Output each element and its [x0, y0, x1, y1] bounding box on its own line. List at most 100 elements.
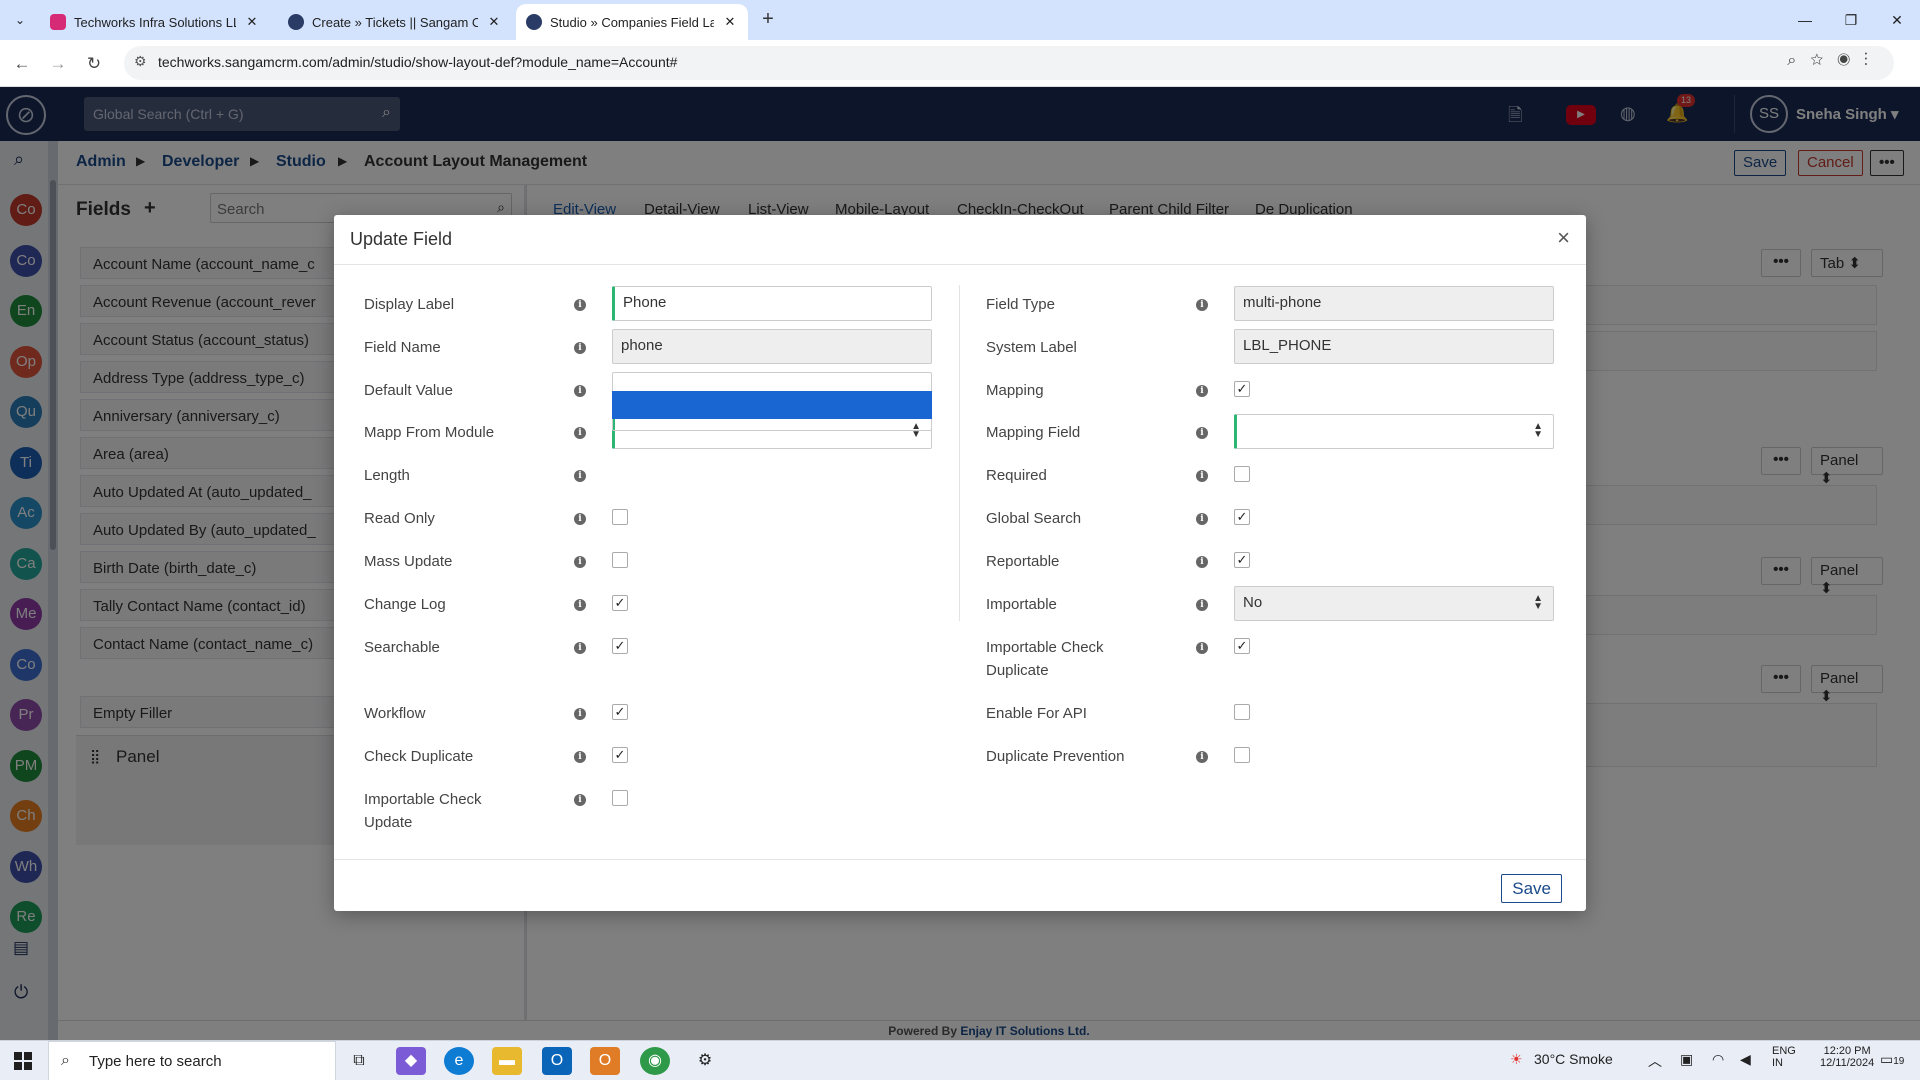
browser-tab-1[interactable]: Techworks Infra Solutions LLP ( ✕: [40, 4, 270, 40]
browser-tab-bar: ⌄ Techworks Infra Solutions LLP ( ✕ Crea…: [0, 0, 1920, 40]
workflow-label: Workflow: [364, 705, 426, 722]
mapping-field-label: Mapping Field: [986, 424, 1081, 441]
field-name-input[interactable]: phone: [612, 329, 932, 364]
enable-for-api-checkbox[interactable]: [1234, 704, 1250, 720]
close-tab-icon[interactable]: ✕: [722, 14, 738, 30]
language-indicator[interactable]: ENG IN: [1772, 1045, 1796, 1069]
importable-check-update-checkbox[interactable]: [612, 790, 628, 806]
check-duplicate-checkbox[interactable]: ✓: [612, 747, 628, 763]
searchable-checkbox[interactable]: ✓: [612, 638, 628, 654]
info-icon[interactable]: i: [1196, 642, 1208, 654]
system-label-input[interactable]: LBL_PHONE: [1234, 329, 1554, 364]
info-icon[interactable]: i: [1196, 470, 1208, 482]
new-tab-icon[interactable]: +: [756, 8, 780, 32]
read-only-checkbox[interactable]: [612, 509, 628, 525]
mapping-checkbox[interactable]: ✓: [1234, 381, 1250, 397]
global-search-checkbox[interactable]: ✓: [1234, 509, 1250, 525]
update-field-modal: Update Field × Display Label i Phone Fie…: [334, 215, 1586, 911]
info-icon[interactable]: i: [1196, 385, 1208, 397]
info-icon[interactable]: i: [574, 708, 586, 720]
info-icon[interactable]: i: [574, 751, 586, 763]
back-arrow-icon[interactable]: ←: [8, 50, 36, 78]
sangam-icon: [288, 14, 304, 30]
sangam-icon: [526, 14, 542, 30]
reload-icon[interactable]: ↻: [80, 50, 108, 78]
weather-text[interactable]: 30°C Smoke: [1534, 1051, 1613, 1067]
close-tab-icon[interactable]: ✕: [244, 14, 260, 30]
change-log-checkbox[interactable]: ✓: [612, 595, 628, 611]
edge-icon[interactable]: e: [444, 1047, 474, 1075]
tray-chevron-up-icon[interactable]: ︿: [1648, 1051, 1662, 1071]
weather-icon[interactable]: ☀: [1510, 1051, 1523, 1068]
wifi-icon[interactable]: ◠: [1712, 1051, 1724, 1068]
info-icon[interactable]: i: [574, 470, 586, 482]
field-type-input[interactable]: multi-phone: [1234, 286, 1554, 321]
importable-select[interactable]: No ▲ ▼: [1234, 586, 1554, 621]
length-input[interactable]: [612, 419, 932, 431]
clock[interactable]: 12:20 PM 12/11/2024: [1820, 1045, 1874, 1069]
url-field[interactable]: ⚙ techworks.sangamcrm.com/admin/studio/s…: [124, 46, 1894, 80]
close-icon[interactable]: ×: [1557, 225, 1570, 251]
window-close-icon[interactable]: ✕: [1874, 6, 1920, 34]
read-only-label: Read Only: [364, 510, 435, 527]
site-info-icon[interactable]: ⚙: [134, 53, 147, 70]
close-tab-icon[interactable]: ✕: [486, 14, 502, 30]
windows-start-icon[interactable]: [14, 1052, 32, 1070]
file-explorer-icon[interactable]: ▬: [492, 1047, 522, 1075]
info-icon[interactable]: i: [574, 342, 586, 354]
forward-arrow-icon[interactable]: →: [44, 50, 72, 78]
display-label-input[interactable]: Phone: [612, 286, 932, 321]
required-label: Required: [986, 467, 1047, 484]
importable-label: Importable: [986, 596, 1057, 613]
info-icon[interactable]: i: [574, 599, 586, 611]
mapping-label: Mapping: [986, 382, 1044, 399]
restore-icon[interactable]: ❐: [1828, 6, 1874, 34]
task-view-icon[interactable]: ⧉: [344, 1047, 374, 1075]
change-log-label: Change Log: [364, 596, 446, 613]
tab-list-chevron-icon[interactable]: ⌄: [8, 8, 32, 32]
volume-icon[interactable]: ◀: [1740, 1051, 1751, 1068]
info-icon[interactable]: i: [574, 513, 586, 525]
minimize-icon[interactable]: —: [1782, 6, 1828, 34]
info-icon[interactable]: i: [574, 556, 586, 568]
field-name-label: Field Name: [364, 339, 441, 356]
mass-update-label: Mass Update: [364, 553, 453, 570]
duplicate-prevention-label: Duplicate Prevention: [986, 748, 1125, 765]
browser-tools-icons[interactable]: ⌕☆◉⋮: [1787, 52, 1882, 70]
workflow-checkbox[interactable]: ✓: [612, 704, 628, 720]
info-icon[interactable]: i: [1196, 427, 1208, 439]
info-icon[interactable]: i: [1196, 599, 1208, 611]
info-icon[interactable]: i: [574, 427, 586, 439]
outlook-new-icon[interactable]: O: [590, 1047, 620, 1075]
taskbar-search-input[interactable]: ⌕ Type here to search: [48, 1041, 336, 1080]
info-icon[interactable]: i: [1196, 299, 1208, 311]
select-arrows-icon: ▲ ▼: [1533, 593, 1543, 612]
reportable-label: Reportable: [986, 553, 1060, 570]
browser-tab-3-active[interactable]: Studio » Companies Field Layou ✕: [516, 4, 748, 40]
mapping-field-select[interactable]: ▲ ▼: [1234, 414, 1554, 449]
notification-center-icon[interactable]: ▭19: [1880, 1051, 1904, 1068]
info-icon[interactable]: i: [1196, 556, 1208, 568]
browser-tab-2[interactable]: Create » Tickets || Sangam CRM ✕: [278, 4, 512, 40]
reportable-checkbox[interactable]: ✓: [1234, 552, 1250, 568]
tray-device-icon[interactable]: ▣: [1680, 1051, 1693, 1068]
info-icon[interactable]: i: [574, 385, 586, 397]
os-taskbar: ⌕ Type here to search ⧉ ◆ e ▬ O O ◉ ⚙ ☀ …: [0, 1040, 1920, 1080]
info-icon[interactable]: i: [1196, 513, 1208, 525]
importable-check-duplicate-checkbox[interactable]: ✓: [1234, 638, 1250, 654]
outlook-icon[interactable]: O: [542, 1047, 572, 1075]
duplicate-prevention-checkbox[interactable]: [1234, 747, 1250, 763]
info-icon[interactable]: i: [574, 299, 586, 311]
info-icon[interactable]: i: [574, 642, 586, 654]
app-icon[interactable]: ⚙: [690, 1047, 720, 1075]
system-label-label: System Label: [986, 339, 1077, 356]
modal-title: Update Field: [350, 229, 453, 249]
info-icon[interactable]: i: [1196, 751, 1208, 763]
chrome-icon[interactable]: ◉: [640, 1047, 670, 1075]
required-checkbox[interactable]: [1234, 466, 1250, 482]
save-button[interactable]: Save: [1501, 874, 1562, 903]
dropdown-option-highlighted[interactable]: [612, 391, 932, 419]
info-icon[interactable]: i: [574, 794, 586, 806]
copilot-icon[interactable]: ◆: [396, 1047, 426, 1075]
mass-update-checkbox[interactable]: [612, 552, 628, 568]
